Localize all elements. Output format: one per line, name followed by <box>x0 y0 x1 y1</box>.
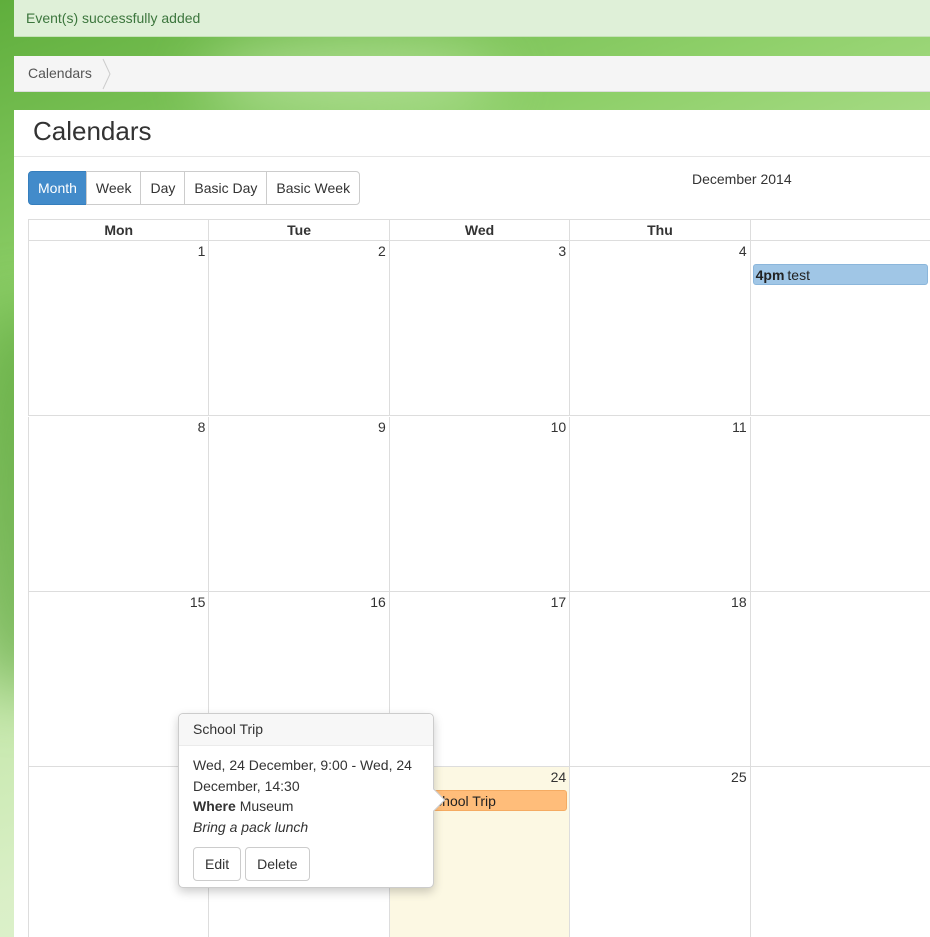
popover-title: School Trip <box>179 714 433 746</box>
delete-event-button[interactable]: Delete <box>245 847 310 881</box>
day-cell[interactable]: 10 <box>388 417 569 591</box>
day-cell[interactable]: 2 <box>208 241 388 415</box>
event-where: Where Museum <box>193 796 419 817</box>
day-cell[interactable] <box>749 592 930 766</box>
edit-event-button[interactable]: Edit <box>193 847 242 881</box>
event-when: Wed, 24 December, 9:00 - Wed, 24 Decembe… <box>193 757 412 794</box>
calendar-month-title: December 2014 <box>692 171 792 187</box>
event-test[interactable]: 4pm test <box>752 264 929 285</box>
breadcrumb-item-calendars[interactable]: Calendars <box>28 65 92 81</box>
day-cell[interactable]: 11 <box>569 417 749 591</box>
day-cell[interactable]: 18 <box>569 592 749 766</box>
popover-actions: Edit Delete <box>193 847 419 881</box>
day-number: 16 <box>370 594 386 610</box>
dow-tue: Tue <box>208 220 388 240</box>
where-label: Where <box>193 798 236 814</box>
day-number: 25 <box>731 769 747 785</box>
day-number: 15 <box>189 594 206 610</box>
day-number: 2 <box>378 243 386 259</box>
day-of-week-header: Mon Tue Wed Thu <box>28 219 930 241</box>
event-title: test <box>787 267 810 283</box>
view-button-group: Month Week Day Basic Day Basic Week <box>28 171 361 205</box>
day-cell[interactable]: 3 <box>388 241 569 415</box>
week-row: 15 16 17 18 <box>28 592 930 767</box>
day-cell[interactable] <box>749 417 930 591</box>
day-cell[interactable]: 25 <box>569 767 749 937</box>
popover-body: Wed, 24 December, 9:00 - Wed, 24 Decembe… <box>179 746 433 890</box>
day-cell[interactable]: 4pm test <box>749 241 930 415</box>
week-row: 8 9 10 11 <box>28 417 930 592</box>
day-cell[interactable]: 9 <box>208 417 388 591</box>
breadcrumb-separator-icon <box>102 58 111 90</box>
breadcrumb: Calendars <box>14 56 930 92</box>
day-number: 11 <box>732 419 747 435</box>
week-view-button[interactable]: Week <box>85 171 142 205</box>
month-view-button[interactable]: Month <box>28 171 87 205</box>
day-number: 17 <box>550 594 567 610</box>
day-number: 8 <box>197 419 206 435</box>
week-row: 1 2 3 4 4pm test <box>28 241 930 416</box>
dow-mon: Mon <box>28 220 208 240</box>
day-cell[interactable]: 4 <box>569 241 749 415</box>
event-time: 4pm <box>755 267 785 283</box>
success-alert: Event(s) successfully added <box>14 0 930 37</box>
day-number: 18 <box>731 594 747 610</box>
alert-message: Event(s) successfully added <box>26 10 201 26</box>
title-divider <box>14 156 930 157</box>
page-title: Calendars <box>33 116 152 146</box>
month-calendar: Mon Tue Wed Thu 1 2 3 4 4pm test 8 9 10 1… <box>28 219 930 937</box>
basic-week-view-button[interactable]: Basic Week <box>266 171 361 205</box>
day-cell[interactable]: 8 <box>28 417 208 591</box>
dow-wed: Wed <box>388 220 569 240</box>
event-description: Bring a pack lunch <box>193 818 309 835</box>
day-cell[interactable] <box>749 767 930 937</box>
day-number: 3 <box>558 243 567 259</box>
day-number: 4 <box>738 243 747 259</box>
calendar-panel: Calendars Month Week Day Basic Day Basic… <box>14 110 930 937</box>
day-cell[interactable]: 1 <box>28 241 208 415</box>
week-row: 23 24 9amSchool Trip 25 <box>28 767 930 937</box>
dow-thu: Thu <box>569 220 749 240</box>
day-number: 10 <box>550 419 567 435</box>
day-number: 9 <box>378 419 386 435</box>
where-value: Museum <box>239 798 294 814</box>
basic-day-view-button[interactable]: Basic Day <box>184 171 268 205</box>
day-number: 24 <box>550 769 567 785</box>
dow-fri <box>749 220 930 240</box>
event-popover: School Trip Wed, 24 December, 9:00 - Wed… <box>178 713 446 890</box>
day-number: 1 <box>197 243 206 259</box>
day-view-button[interactable]: Day <box>140 171 186 205</box>
